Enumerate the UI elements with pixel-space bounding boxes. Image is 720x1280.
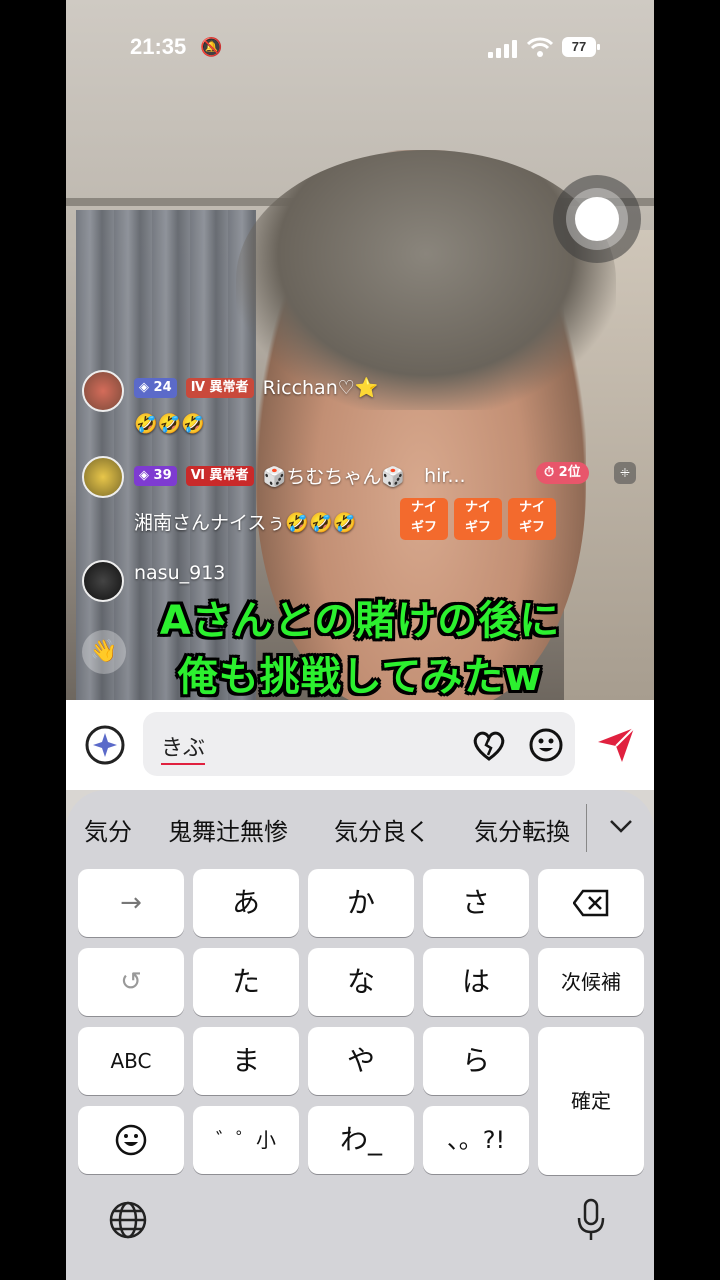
- comment-input-bar: きぶ: [66, 700, 654, 790]
- key-ka[interactable]: か: [308, 869, 414, 937]
- candidate-bar: 気分 鬼舞辻無惨 気分良く 気分転換: [66, 790, 654, 862]
- caption-line-2: 俺も挑戦してみたw: [177, 654, 543, 700]
- status-bar: 21:35 🔕 77: [66, 0, 654, 90]
- sparkle-assist-icon[interactable]: [84, 724, 126, 766]
- send-icon[interactable]: [594, 724, 638, 764]
- dakuten-key[interactable]: ゛゜小: [193, 1106, 299, 1174]
- abc-key[interactable]: ABC: [78, 1027, 184, 1095]
- microphone-icon[interactable]: [576, 1198, 606, 1242]
- input-text: きぶ: [161, 730, 206, 765]
- japanese-keyboard: 気分 鬼舞辻無惨 気分良く 気分転換 → あ か さ ↺ た な は 次候補 A…: [66, 790, 654, 1280]
- candidate-item[interactable]: 気分: [84, 812, 132, 847]
- bell-slash-icon: 🔕: [200, 37, 223, 58]
- comment-message: 湘南さんナイスぅ🤣🤣🤣: [134, 512, 357, 534]
- key-sa[interactable]: さ: [423, 869, 529, 937]
- candidate-item[interactable]: 気分転換: [474, 812, 570, 847]
- key-ya[interactable]: や: [308, 1027, 414, 1095]
- rank-badge: Ⅳ 異常者: [185, 377, 254, 398]
- confirm-key[interactable]: 確定: [538, 1027, 644, 1175]
- comment-username-trailing: hir...: [424, 464, 466, 487]
- candidate-item[interactable]: 気分良く: [334, 812, 430, 847]
- candidate-item[interactable]: 鬼舞辻無惨: [168, 812, 288, 847]
- viewers-icon[interactable]: ꔰ: [614, 462, 636, 484]
- rank-position-badge: ⏱ 2位: [536, 462, 589, 484]
- caption-line-1: Aさんとの賭けの後に: [159, 598, 561, 644]
- level-badge: ◈ 39: [134, 465, 177, 486]
- clock: 21:35: [130, 34, 187, 59]
- assistive-touch-button[interactable]: [553, 175, 641, 263]
- gift-tile[interactable]: ナイ ギフ: [454, 498, 502, 540]
- avatar[interactable]: [82, 370, 124, 412]
- emoji-key[interactable]: [78, 1106, 184, 1174]
- comment-username[interactable]: 🎲ちむちゃん🎲: [263, 466, 405, 488]
- comment-item: ◈ 24 Ⅳ 異常者 Ricchan♡⭐: [134, 376, 378, 399]
- live-video: 21:35 🔕 77 ◈ 24 Ⅳ 異常者 Ricchan♡⭐ 🤣🤣🤣 ◈ 39: [66, 0, 654, 700]
- comment-username[interactable]: Ricchan♡⭐: [263, 377, 379, 399]
- emoji-icon: [115, 1124, 147, 1156]
- phone-screen: 21:35 🔕 77 ◈ 24 Ⅳ 異常者 Ricchan♡⭐ 🤣🤣🤣 ◈ 39: [66, 0, 654, 1280]
- comment-username[interactable]: nasu_913: [134, 562, 225, 584]
- globe-icon[interactable]: [108, 1200, 148, 1240]
- comment-message: 🤣🤣🤣: [134, 413, 205, 435]
- delete-icon: [572, 889, 609, 917]
- undo-key[interactable]: ↺: [78, 948, 184, 1016]
- gift-tile[interactable]: ナイ ギフ: [400, 498, 448, 540]
- key-ta[interactable]: た: [193, 948, 299, 1016]
- signal-icon: [488, 38, 518, 58]
- key-ha[interactable]: は: [423, 948, 529, 1016]
- chevron-down-icon[interactable]: [609, 816, 633, 836]
- rank-badge: Ⅵ 異常者: [185, 465, 254, 486]
- arrow-key[interactable]: →: [78, 869, 184, 937]
- backspace-key[interactable]: [538, 869, 644, 937]
- level-badge: ◈ 24: [134, 377, 177, 398]
- comment-input[interactable]: きぶ: [143, 712, 575, 776]
- punctuation-key[interactable]: 、。?!: [423, 1106, 529, 1174]
- heart-icon[interactable]: [471, 728, 507, 762]
- key-ra[interactable]: ら: [423, 1027, 529, 1095]
- key-na[interactable]: な: [308, 948, 414, 1016]
- avatar[interactable]: [82, 456, 124, 498]
- next-candidate-key[interactable]: 次候補: [538, 948, 644, 1016]
- gift-tile[interactable]: ナイ ギフ: [508, 498, 556, 540]
- wifi-icon: [527, 37, 553, 57]
- key-ma[interactable]: ま: [193, 1027, 299, 1095]
- key-wa[interactable]: わ_: [308, 1106, 414, 1174]
- key-a[interactable]: あ: [193, 869, 299, 937]
- battery-icon: 77: [562, 37, 600, 57]
- comment-item: ◈ 39 Ⅵ 異常者 🎲ちむちゃん🎲 hir...: [134, 462, 466, 489]
- emoji-icon[interactable]: [528, 727, 564, 763]
